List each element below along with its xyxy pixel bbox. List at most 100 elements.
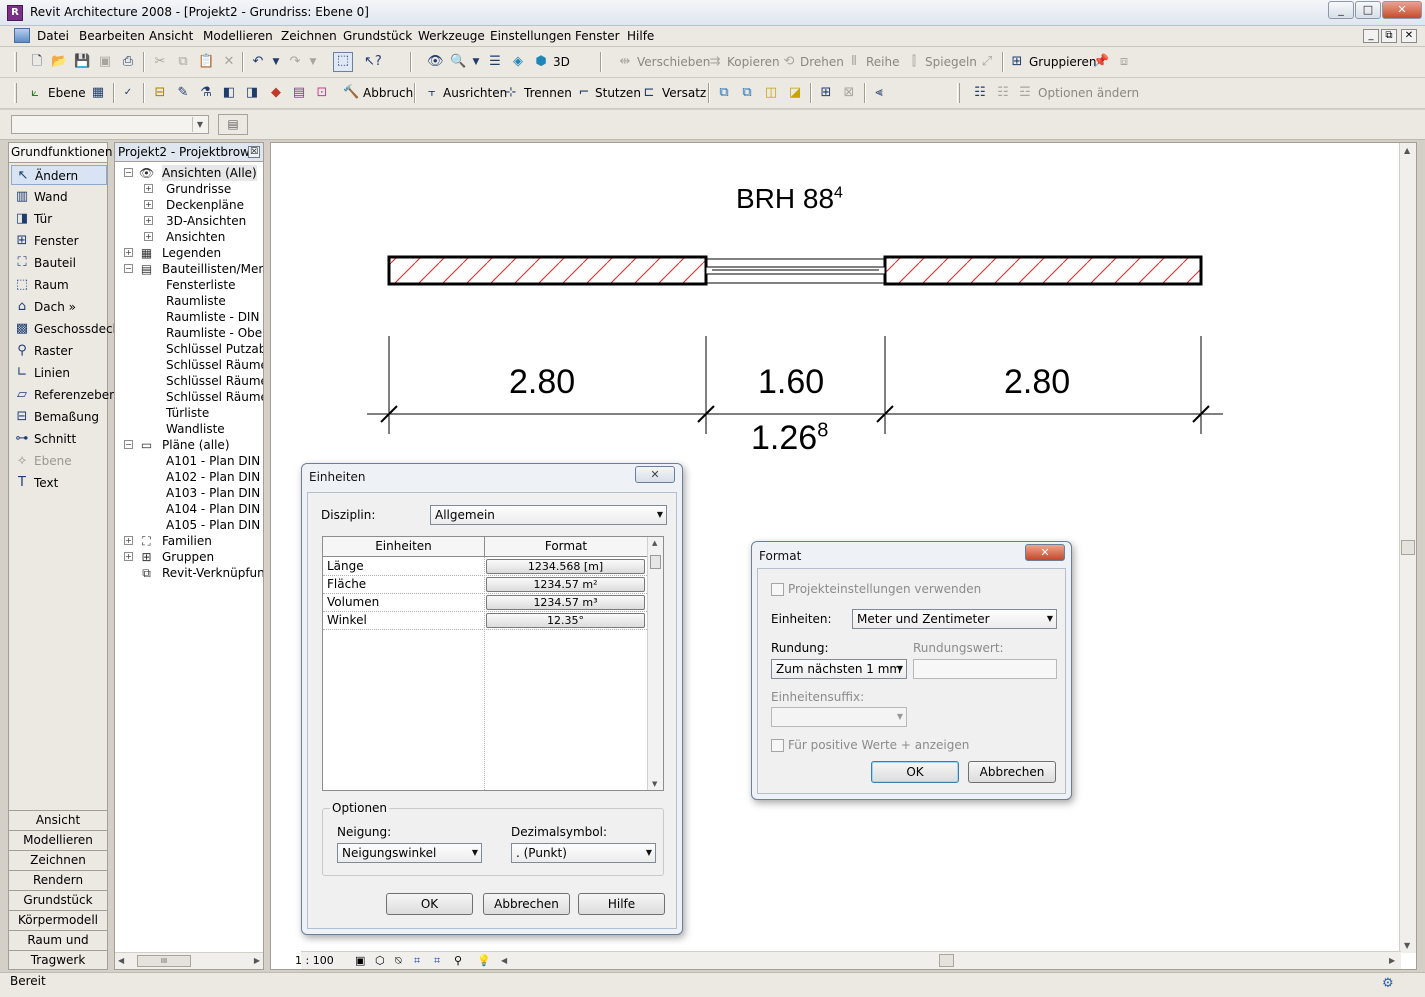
type-selector[interactable]: ▼ <box>11 115 209 134</box>
show-plus-checkbox[interactable] <box>771 739 784 752</box>
cancel-button[interactable]: Abbrechen <box>968 761 1056 783</box>
column-header-units[interactable]: Einheiten <box>323 537 485 557</box>
copy-clipboard-icon[interactable]: ⧉ <box>716 85 732 101</box>
format-button[interactable]: 1234.568 [m] <box>486 559 645 574</box>
copy-element-icon[interactable]: ⇉ <box>707 54 723 70</box>
spellcheck-icon[interactable]: ✓ <box>120 85 136 101</box>
mirror-icon[interactable]: ⫿ <box>906 54 922 70</box>
move-icon[interactable]: ⇹ <box>617 54 633 70</box>
copy-button[interactable]: Kopieren <box>727 55 780 69</box>
ok-button[interactable]: OK <box>871 761 959 783</box>
mdi-close-button[interactable]: ✕ <box>1401 29 1417 43</box>
align-button[interactable]: Ausrichten <box>443 86 507 100</box>
format-button[interactable]: 1234.57 m³ <box>486 595 645 610</box>
expand-icon[interactable]: + <box>144 216 153 225</box>
new-file-icon[interactable]: 🗋 <box>29 54 45 70</box>
design-item-8[interactable]: ⚲ Raster <box>11 341 107 361</box>
level-icon[interactable]: ⟀ <box>27 85 43 101</box>
save-icon[interactable]: 💾 <box>74 54 90 70</box>
design-item-1[interactable]: ▥ Wand <box>11 187 107 207</box>
design-item-4[interactable]: ⛶ Bauteil <box>11 253 107 273</box>
vertical-scrollbar[interactable]: ▲ ▼ <box>647 537 663 790</box>
mdi-restore-button[interactable]: ⧉ <box>1381 29 1397 43</box>
close-icon[interactable]: ☒ <box>248 146 260 158</box>
model-graphics-icon[interactable]: ⬡ <box>375 952 385 969</box>
table-row[interactable]: Fläche 1234.57 m² <box>323 576 647 594</box>
scroll-right-icon[interactable]: ▶ <box>254 956 260 965</box>
view-scale[interactable]: 1 : 100 <box>295 952 334 969</box>
tree-node[interactable]: − 👁 Ansichten (Alle) <box>115 165 263 181</box>
design-bar-title[interactable]: Grundfunktionen <box>9 143 112 163</box>
use-project-settings-checkbox[interactable] <box>771 583 784 596</box>
design-item-13[interactable]: ⟡ Ebene <box>11 451 107 471</box>
tree-node[interactable]: Raumliste <box>115 293 263 309</box>
dimension-middle[interactable]: 1.60 <box>758 363 824 402</box>
tree-node[interactable]: A105 - Plan DIN A· <box>115 517 263 533</box>
rotate-button[interactable]: Drehen <box>800 55 844 69</box>
mdi-minimize-button[interactable]: _ <box>1363 29 1379 43</box>
format-button[interactable]: 1234.57 m² <box>486 577 645 592</box>
temporary-hide-icon[interactable]: ⚲ <box>454 952 462 969</box>
redo-icon[interactable]: ↷ <box>287 54 303 70</box>
tree-node[interactable]: + ⊞ Gruppen <box>115 549 263 565</box>
design-item-5[interactable]: ⬚ Raum <box>11 275 107 295</box>
eyedropper-icon[interactable]: ✎ <box>175 85 191 101</box>
expand-icon[interactable]: + <box>144 200 153 209</box>
menu-bearbeiten[interactable]: Bearbeiten <box>79 29 145 43</box>
maximize-button[interactable]: □ <box>1355 1 1381 19</box>
dimension-lock-icon[interactable]: ⫷ <box>871 85 887 101</box>
group-button[interactable]: Gruppieren <box>1029 55 1096 69</box>
split-icon[interactable]: ⊹ <box>503 85 519 101</box>
delete-icon[interactable]: ✕ <box>221 54 237 70</box>
view-icon[interactable]: 👁 <box>427 54 444 70</box>
unjoin-icon[interactable]: ◨ <box>244 85 260 101</box>
menu-fenster[interactable]: Fenster <box>575 29 620 43</box>
whats-this-icon[interactable]: ↖? <box>364 54 382 70</box>
3d-label[interactable]: 3D <box>553 55 570 69</box>
menu-hilfe[interactable]: Hilfe <box>627 29 654 43</box>
scroll-up-icon[interactable]: ▲ <box>652 539 657 547</box>
change-options-button[interactable]: Optionen ändern <box>1038 86 1139 100</box>
tree-node[interactable]: Schlüssel Räume D <box>115 373 263 389</box>
rotate-icon[interactable]: ⟲ <box>781 54 797 70</box>
demolish-icon[interactable]: 🔨 <box>343 85 359 101</box>
properties-button[interactable]: ▤ <box>218 114 248 135</box>
horizontal-scrollbar[interactable]: ◀ III ▶ <box>115 952 263 969</box>
material-icon[interactable]: ▤ <box>291 85 307 101</box>
options-list-icon[interactable]: ☷ <box>972 85 988 101</box>
horizontal-scroll-thumb[interactable] <box>939 954 954 967</box>
collapse-icon[interactable]: − <box>124 264 133 273</box>
hide-element-icon[interactable]: ⊠ <box>841 85 857 101</box>
trim-icon[interactable]: ⌐ <box>576 85 592 101</box>
menu-modellieren[interactable]: Modellieren <box>203 29 273 43</box>
sill-height-annotation[interactable]: 1.268 <box>751 419 828 458</box>
tree-node[interactable]: Türliste <box>115 405 263 421</box>
zoom-icon[interactable]: 🔍 <box>450 54 466 70</box>
tree-node[interactable]: Wandliste <box>115 421 263 437</box>
chevron-down-icon[interactable]: ▼ <box>192 117 207 132</box>
expand-icon[interactable]: + <box>124 248 133 257</box>
scroll-thumb[interactable]: III <box>137 955 191 967</box>
decimal-symbol-select[interactable]: . (Punkt) ▼ <box>511 843 656 863</box>
group-icon[interactable]: ⊞ <box>1009 54 1025 70</box>
paint-icon[interactable]: ⚗ <box>198 85 214 101</box>
zoom-dropdown-icon[interactable]: ▼ <box>468 54 484 70</box>
design-item-12[interactable]: ⊶ Schnitt <box>11 429 107 449</box>
mirror-button[interactable]: Spiegeln <box>925 55 977 69</box>
design-item-3[interactable]: ⊞ Fenster <box>11 231 107 251</box>
slope-select[interactable]: Neigungswinkel ▼ <box>337 843 482 863</box>
design-tab-7[interactable]: Tragwerk <box>9 950 107 969</box>
undo-icon[interactable]: ↶ <box>250 54 266 70</box>
minimize-button[interactable]: _ <box>1328 1 1354 19</box>
detail-level-icon[interactable]: ▣ <box>355 952 365 969</box>
cut-clipboard-icon[interactable]: ⧉ <box>739 85 755 101</box>
tree-node[interactable]: + Deckenpläne <box>115 197 263 213</box>
tree-node[interactable]: + Ansichten <box>115 229 263 245</box>
crop-view-icon[interactable]: ⌗ <box>414 952 420 969</box>
dimension-left[interactable]: 2.80 <box>509 363 575 402</box>
open-folder-icon[interactable]: 📂 <box>51 54 67 70</box>
undo-dropdown-icon[interactable]: ▼ <box>268 54 284 70</box>
offset-icon[interactable]: ⊏ <box>641 85 657 101</box>
scroll-right-icon[interactable]: ▶ <box>1389 952 1395 969</box>
trim-button[interactable]: Stutzen <box>595 86 641 100</box>
